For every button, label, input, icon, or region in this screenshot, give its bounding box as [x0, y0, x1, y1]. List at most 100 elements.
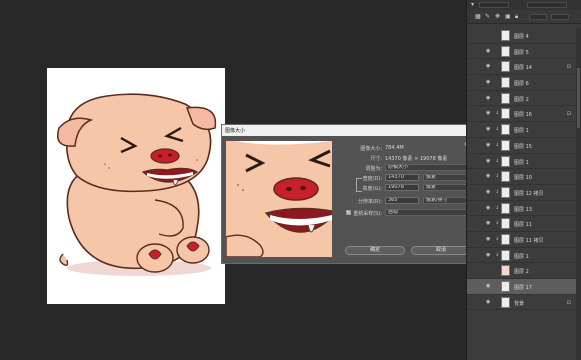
- eye-visibility-icon[interactable]: ◉: [486, 299, 492, 304]
- eye-visibility-icon[interactable]: ◉: [486, 95, 492, 100]
- lock-artboard-icon[interactable]: ▣: [505, 13, 511, 20]
- height-input[interactable]: 19078: [385, 184, 419, 191]
- ok-button[interactable]: 确定: [345, 246, 405, 255]
- layer-row[interactable]: ◉ 图层 5: [467, 44, 577, 60]
- eye-visibility-icon[interactable]: ◉: [486, 127, 492, 132]
- layer-name[interactable]: 图层 17: [514, 284, 532, 291]
- layer-name[interactable]: 图层 12 拷贝: [514, 190, 544, 197]
- layer-name[interactable]: 图层 11 拷贝: [514, 237, 544, 244]
- layer-thumbnail[interactable]: [501, 186, 510, 198]
- resolution-input[interactable]: 365: [385, 197, 419, 204]
- layer-thumbnail[interactable]: [501, 108, 510, 120]
- layer-row[interactable]: ◉ ↓ 图层 16 ⊡: [467, 106, 577, 123]
- eye-visibility-icon[interactable]: [486, 33, 492, 37]
- image-size-dialog[interactable]: 图像大小 × 图像大小: 784.4M ⚙ 尺寸: 14370 像素: [221, 124, 475, 264]
- blend-mode-select[interactable]: [527, 2, 567, 8]
- eye-visibility-icon[interactable]: ◉: [486, 48, 492, 53]
- layer-name[interactable]: 图层 10: [514, 174, 532, 181]
- layer-thumbnail[interactable]: [501, 124, 510, 136]
- eye-visibility-icon[interactable]: ◉: [486, 64, 492, 69]
- layer-row[interactable]: ◉ 图层 6: [467, 75, 577, 91]
- layer-thumbnail[interactable]: [501, 281, 510, 292]
- document-canvas-area[interactable]: 图像大小 × 图像大小: 784.4M ⚙ 尺寸: 14370 像素: [0, 0, 475, 360]
- layer-row[interactable]: ◉ ↓ 图层 10: [467, 169, 577, 185]
- layer-name[interactable]: 图层 13: [514, 206, 532, 213]
- eye-visibility-icon[interactable]: ◉: [486, 189, 492, 194]
- eye-visibility-icon[interactable]: ◉: [486, 80, 492, 85]
- layer-thumbnail[interactable]: [501, 171, 510, 183]
- eye-visibility-icon[interactable]: ◉: [486, 205, 492, 210]
- layer-thumbnail[interactable]: [501, 249, 510, 261]
- dialog-titlebar[interactable]: 图像大小 ×: [222, 125, 474, 136]
- layer-row[interactable]: ◉ ↓ 图层 11: [467, 216, 577, 232]
- eye-visibility-icon[interactable]: ◉: [486, 236, 492, 241]
- layer-thumbnail[interactable]: [501, 218, 510, 230]
- fill-input[interactable]: [529, 14, 547, 20]
- layer-name[interactable]: 图层 1: [514, 127, 529, 134]
- layer-thumbnail[interactable]: [501, 202, 510, 214]
- layer-name[interactable]: 图层 1: [514, 253, 529, 260]
- layer-name[interactable]: 图层 1: [514, 159, 529, 166]
- cancel-button[interactable]: 取消: [411, 246, 471, 255]
- dimensions-value[interactable]: 14370 像素 × 19078 像素: [385, 155, 447, 162]
- layer-name[interactable]: 图层 2: [514, 268, 529, 275]
- layer-row[interactable]: ◉ ↓ 图层 15: [467, 138, 577, 154]
- layer-thumbnail[interactable]: [501, 233, 510, 245]
- resolution-unit-select[interactable]: 像素/英寸 ⌄: [423, 197, 471, 204]
- layer-thumbnail[interactable]: [501, 61, 510, 73]
- layer-row[interactable]: ◉ ↓ 图层 12 拷贝: [467, 185, 577, 201]
- eye-visibility-icon[interactable]: ◉: [486, 284, 492, 289]
- lock-transparent-icon[interactable]: ▦: [475, 13, 481, 20]
- layer-thumbnail[interactable]: [501, 265, 510, 277]
- layer-row[interactable]: ◉ ↓ 图层 1: [467, 248, 577, 264]
- layer-thumbnail[interactable]: [501, 45, 510, 57]
- layer-name[interactable]: 图层 16: [514, 111, 532, 118]
- lock-all-icon[interactable]: 🔒︎: [515, 13, 518, 21]
- layer-thumbnail[interactable]: [501, 155, 510, 167]
- eye-visibility-icon[interactable]: ◉: [486, 221, 492, 226]
- scrollbar-thumb[interactable]: [577, 68, 580, 128]
- layers-scrollbar[interactable]: [576, 28, 581, 360]
- image-preview[interactable]: [226, 141, 332, 257]
- lock-position-icon[interactable]: ✥: [495, 13, 500, 20]
- layer-name[interactable]: 图层 6: [514, 80, 529, 87]
- layers-panel[interactable]: ▾ ▦ ✎ ✥ ▣ 🔒︎ 图层 4 ◉ 图层 5 ◉ 图层 14 ⊡ ◉ 图层 6 ◉ 图层 2 ◉…: [466, 0, 581, 360]
- layer-thumbnail[interactable]: [501, 30, 510, 41]
- layer-thumbnail[interactable]: [501, 92, 510, 104]
- opacity-input[interactable]: [551, 14, 569, 20]
- eye-visibility-icon[interactable]: ◉: [486, 252, 492, 257]
- filter-kind-icon[interactable]: ▾: [471, 1, 474, 8]
- eye-visibility-icon[interactable]: [486, 268, 492, 272]
- eye-visibility-icon[interactable]: ◉: [486, 111, 492, 116]
- width-input[interactable]: 14370: [385, 174, 419, 181]
- layer-row[interactable]: ◉ 背景 ⊡: [467, 295, 577, 311]
- layer-name[interactable]: 图层 15: [514, 143, 532, 150]
- layer-name[interactable]: 图层 11: [514, 221, 532, 228]
- resample-select[interactable]: 自动 ⌄: [385, 209, 471, 216]
- layer-row[interactable]: ◉ 图层 17: [467, 279, 577, 295]
- layer-name[interactable]: 图层 2: [514, 96, 529, 103]
- layer-row[interactable]: 图层 4: [467, 28, 577, 44]
- layer-name[interactable]: 图层 4: [514, 33, 529, 40]
- layer-name[interactable]: 背景: [514, 300, 524, 307]
- layer-name[interactable]: 图层 5: [514, 49, 529, 56]
- layer-thumbnail[interactable]: [501, 77, 510, 89]
- height-unit-select[interactable]: 像素 ⌄: [423, 184, 471, 191]
- layer-row[interactable]: ◉ ↓ 图层 1: [467, 154, 577, 170]
- layer-row[interactable]: ◉ 图层 14 ⊡: [467, 59, 577, 76]
- layer-row[interactable]: 图层 2: [467, 263, 577, 279]
- eye-visibility-icon[interactable]: ◉: [486, 174, 492, 179]
- layer-row[interactable]: ◉ ↓ 图层 11 拷贝: [467, 232, 577, 248]
- eye-visibility-icon[interactable]: ◉: [486, 158, 492, 163]
- lock-pixels-icon[interactable]: ✎: [485, 13, 490, 20]
- layer-thumbnail[interactable]: [501, 296, 510, 308]
- layer-thumbnail[interactable]: [501, 139, 510, 151]
- layer-filter-select[interactable]: [479, 2, 509, 8]
- layer-row[interactable]: ◉ 图层 2: [467, 91, 577, 107]
- layer-name[interactable]: 图层 14: [514, 64, 532, 71]
- layer-row[interactable]: ◉ ↓ 图层 1: [467, 122, 577, 138]
- layer-row[interactable]: ◉ ↓ 图层 13: [467, 201, 577, 217]
- width-unit-select[interactable]: 像素 ⌄: [423, 174, 471, 181]
- eye-visibility-icon[interactable]: ◉: [486, 142, 492, 147]
- fit-to-select[interactable]: 原稿大小 ⌄: [385, 164, 471, 171]
